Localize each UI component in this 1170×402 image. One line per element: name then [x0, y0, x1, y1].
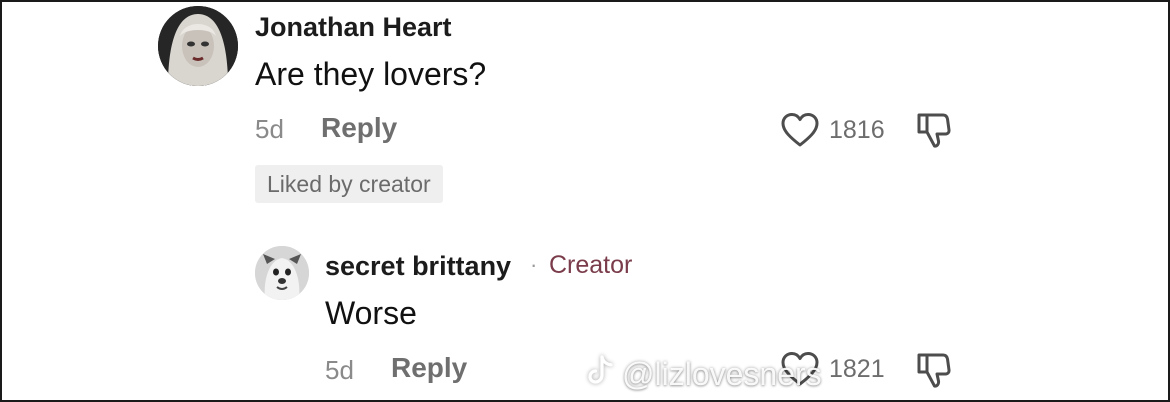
like-count: 1816 [829, 116, 885, 144]
reply-button[interactable]: Reply [391, 352, 467, 384]
avatar[interactable] [158, 6, 238, 86]
reply-age: 5d [325, 355, 354, 385]
thumbs-down-icon[interactable] [913, 350, 953, 390]
comment-author[interactable]: Jonathan Heart [255, 12, 452, 43]
heart-icon[interactable] [780, 112, 820, 148]
heart-icon[interactable] [780, 351, 820, 387]
thumbs-down-icon[interactable] [913, 110, 953, 150]
author-separator: · [530, 252, 538, 277]
like-count: 1821 [829, 355, 885, 383]
comment-age: 5d [255, 114, 284, 144]
avatar-image [158, 6, 238, 86]
reply-button[interactable]: Reply [321, 112, 397, 144]
reply-text: Worse [325, 295, 417, 331]
avatar[interactable] [255, 246, 309, 300]
comment-text: Are they lovers? [255, 56, 487, 92]
liked-by-creator-badge: Liked by creator [255, 165, 443, 203]
reply-author[interactable]: secret brittany [325, 251, 511, 282]
creator-tag: Creator [549, 251, 633, 279]
avatar-image [255, 246, 309, 300]
